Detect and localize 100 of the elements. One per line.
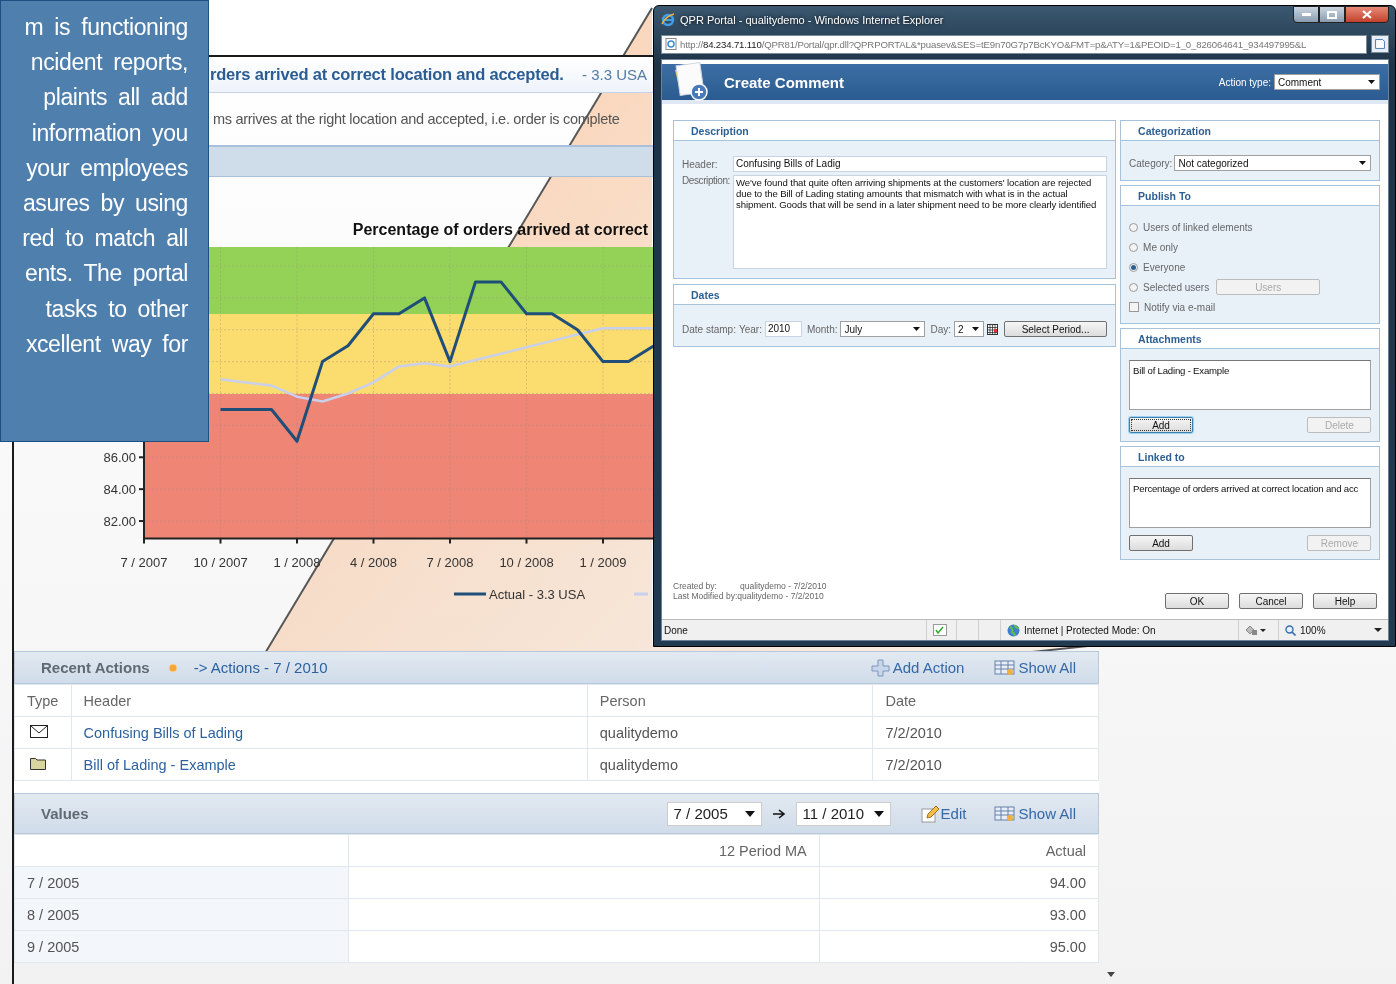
category-dropdown[interactable]: Not categorized: [1174, 155, 1372, 171]
modified-label: Last Modified by:: [673, 591, 738, 601]
status-text: Done: [663, 624, 689, 636]
table-cell: 7/2/2010: [872, 748, 1099, 781]
list-box[interactable]: Bill of Lading - Example: [1129, 360, 1372, 410]
list-item[interactable]: Bill of Lading - Example: [1133, 365, 1368, 376]
x-tick-label: 4 / 2008: [350, 554, 397, 570]
day-dropdown[interactable]: 2: [954, 321, 985, 337]
period-cell: 8 / 2005: [14, 898, 349, 931]
caret-icon: [913, 327, 921, 331]
field-label: Day:: [930, 323, 952, 335]
radio-button[interactable]: [1129, 242, 1139, 252]
x-tick-label: 7 / 2007: [120, 554, 168, 570]
action-type-dropdown[interactable]: Comment: [1274, 74, 1380, 90]
panel-title: Publish To: [1138, 189, 1191, 202]
from-period-dropdown[interactable]: 7 / 2005: [666, 801, 762, 826]
field-label: Description:: [682, 175, 731, 186]
month-dropdown[interactable]: July: [840, 321, 926, 337]
radio-button[interactable]: [1129, 282, 1139, 292]
page-status-icon: [933, 624, 947, 636]
security-zone-text: Internet | Protected Mode: On: [1024, 624, 1156, 636]
field-label: Month:: [806, 323, 838, 335]
legend-label: Actual - 3.3 USA: [489, 587, 586, 602]
arrow-right-icon: [771, 807, 786, 820]
column-header: Person: [587, 684, 873, 717]
year-field[interactable]: 2010: [764, 321, 802, 337]
maximize-button[interactable]: [1319, 6, 1345, 23]
actions-link[interactable]: -> Actions - 7 / 2010: [193, 659, 328, 676]
dialog-button[interactable]: Help: [1313, 593, 1377, 609]
radio-button[interactable]: [1129, 262, 1139, 272]
zoom-icon[interactable]: [1285, 624, 1296, 636]
globe-icon: [1007, 623, 1020, 637]
folder-icon: [30, 756, 46, 770]
field-label: Year:: [738, 323, 762, 335]
table-cell: qualitydemo: [587, 716, 873, 749]
plus-icon: [870, 658, 891, 677]
description-field[interactable]: We've found that quite often arriving shipments at the customers' location are rejected due to the Bill of Lading stating amounts that mismatch with what is in the actual shipment. Goods that will be send in a later shipment need to be more clearly identified: [733, 175, 1107, 269]
radio-label: Everyone: [1143, 261, 1186, 273]
show-all-button[interactable]: Show All: [994, 805, 1076, 822]
minimize-button[interactable]: [1293, 6, 1319, 23]
dialog-button[interactable]: Cancel: [1239, 593, 1303, 609]
show-all-button[interactable]: Show All: [994, 659, 1076, 676]
column-header: Actual: [819, 834, 1099, 867]
minimize-icon: [1301, 13, 1311, 16]
dialog-button[interactable]: Add: [1129, 535, 1194, 551]
panel-title: Description: [691, 124, 749, 137]
column-header: Type: [14, 684, 72, 717]
table-cell: qualitydemo: [587, 748, 873, 781]
created-value: qualitydemo - 7/2/2010: [740, 581, 827, 591]
section-title: Values: [41, 805, 89, 822]
window-title: QPR Portal - qualitydemo - Windows Internet Explorer: [680, 13, 944, 26]
dot-icon: [167, 662, 178, 673]
address-field[interactable]: http://84.234.71.110/QPR81/Portal/qpr.dll?QPRPORTAL&*puasev&SES=tE9n70G7p7BcKYO&FMT=p&ATY=1&PEOID=1_0_826064641_934497995&L: [661, 34, 1367, 54]
table-cell: 7/2/2010: [872, 716, 1099, 749]
list-box[interactable]: Percentage of orders arrived at correct location and acc: [1129, 478, 1372, 528]
action-link[interactable]: Bill of Lading - Example: [71, 748, 588, 781]
column-header: 12 Period MA: [348, 834, 820, 867]
x-tick-label: 7 / 2008: [426, 554, 474, 570]
close-icon: [1362, 10, 1372, 19]
value-cell: 93.00: [819, 898, 1099, 931]
radio-label: Me only: [1143, 241, 1179, 253]
panel-title: Categorization: [1138, 124, 1211, 137]
envelope-icon: [30, 724, 48, 738]
modified-value: qualitydemo - 7/2/2010: [737, 591, 824, 601]
caret-icon: [744, 810, 755, 817]
field-label: Action type:: [1218, 76, 1271, 88]
security-icon[interactable]: [1245, 624, 1267, 636]
pencil-icon: [920, 804, 939, 823]
period-cell: 9 / 2005: [14, 930, 349, 963]
dialog-button[interactable]: OK: [1165, 593, 1229, 609]
promo-paragraph: m is functioning ncident reports, plaints all add information you your employees asures by using red to match all ents. The portal tasks to other xcellent way for: [0, 0, 209, 442]
measure-unit: - 3.3 USA: [581, 66, 648, 83]
y-tick-label: 82.00: [103, 514, 136, 530]
caret-icon[interactable]: [1374, 628, 1382, 632]
panel-title: Attachments: [1138, 332, 1202, 345]
field-label: Category:: [1129, 157, 1173, 169]
y-tick-label: 86.00: [103, 450, 136, 466]
edit-button[interactable]: Edit: [920, 804, 967, 823]
compatibility-view-icon[interactable]: [1371, 35, 1389, 53]
calendar-icon[interactable]: [987, 323, 999, 335]
close-button[interactable]: [1345, 6, 1389, 23]
add-action-button[interactable]: Add Action: [870, 658, 965, 677]
field-label: Header:: [682, 158, 719, 170]
value-cell: 95.00: [819, 930, 1099, 963]
to-period-dropdown[interactable]: 11 / 2010: [795, 801, 891, 826]
list-item[interactable]: Percentage of orders arrived at correct location and acc: [1133, 483, 1368, 494]
checkbox[interactable]: [1129, 302, 1140, 312]
y-tick-label: 84.00: [103, 482, 136, 498]
column-header: Header: [71, 684, 588, 717]
action-link[interactable]: Confusing Bills of Lading: [71, 716, 588, 749]
header-field[interactable]: Confusing Bills of Ladig: [733, 156, 1107, 172]
select-period-button[interactable]: Select Period...: [1004, 321, 1108, 337]
x-tick-label: 1 / 2009: [579, 554, 627, 570]
browser-logo-icon: [661, 12, 675, 27]
section-title: Recent Actions: [41, 659, 150, 676]
field-label: Date stamp:: [682, 323, 736, 335]
radio-button[interactable]: [1129, 222, 1139, 232]
dialog-button[interactable]: Add: [1129, 417, 1194, 433]
zoom-level[interactable]: 100%: [1300, 624, 1326, 636]
panel-title: Dates: [691, 288, 720, 301]
